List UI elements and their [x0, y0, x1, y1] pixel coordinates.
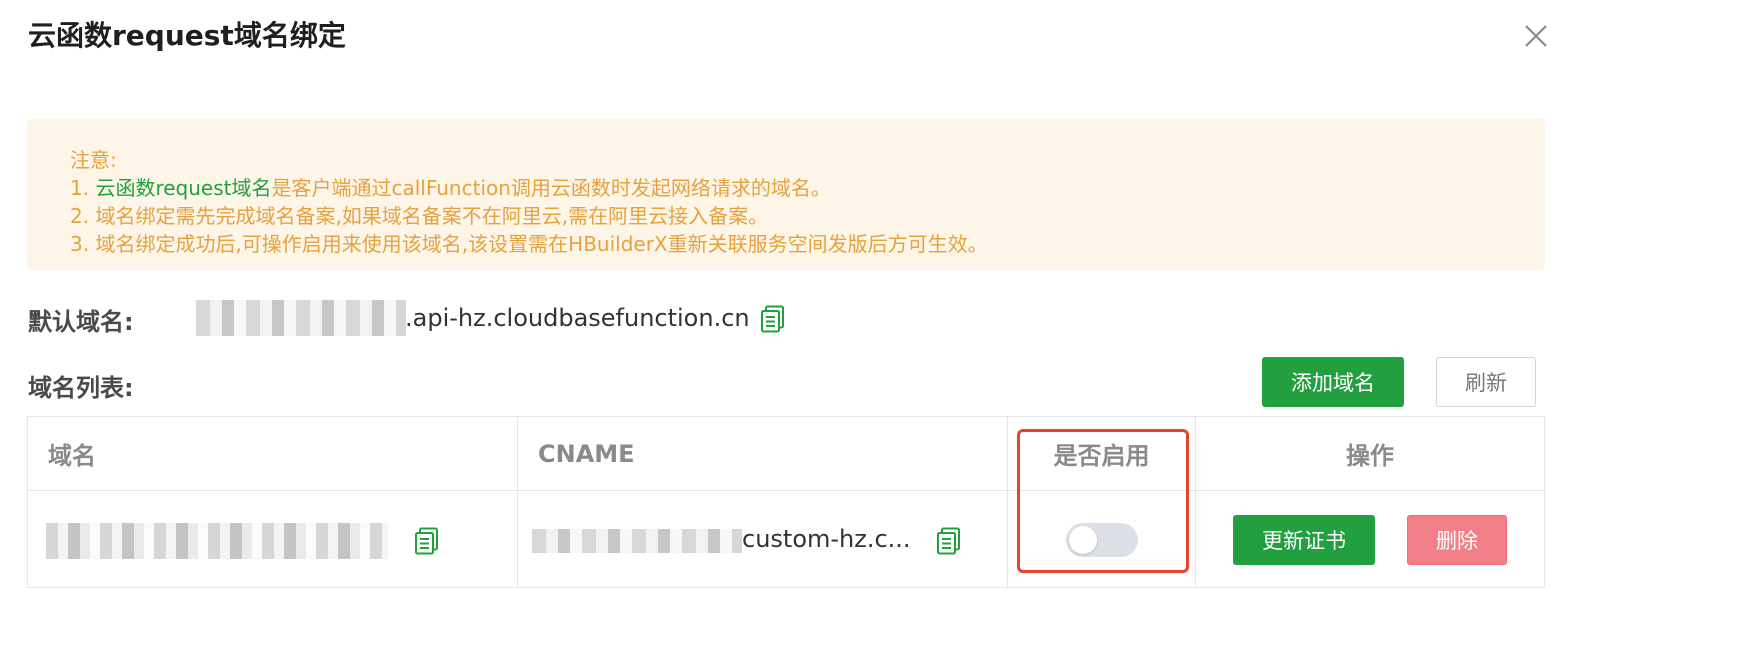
actions-cell: 更新证书 删除 [1195, 490, 1545, 588]
notice-item-1-number: 1. [70, 176, 96, 200]
domain-cell [27, 490, 518, 588]
notice-item-2: 2. 域名绑定需先完成域名备案,如果域名备案不在阿里云,需在阿里云接入备案。 [70, 204, 769, 228]
column-header-actions: 操作 [1195, 416, 1545, 491]
notice-item-3: 3. 域名绑定成功后,可操作启用来使用该域名,该设置需在HBuilderX重新关… [70, 232, 988, 256]
toggle-knob [1069, 526, 1097, 554]
notice-item-1: 1. 云函数request域名是客户端通过callFunction调用云函数时发… [70, 172, 831, 201]
default-domain-value: .api-hz.cloudbasefunction.cn [405, 304, 750, 332]
cname-value: custom-hz.c... [742, 525, 911, 553]
table-header-row: 域名 CNAME 是否启用 操作 [27, 416, 1545, 491]
copy-icon[interactable] [760, 305, 786, 333]
cname-cell: custom-hz.c... [517, 490, 1008, 588]
domain-binding-dialog: 云函数request域名绑定 注意: 1. 云函数request域名是客户端通过… [0, 0, 1760, 662]
domain-table: 域名 CNAME 是否启用 操作 custom-hz.c... 更新证书 删除 [27, 416, 1545, 588]
notice-box: 注意: 1. 云函数request域名是客户端通过callFunction调用云… [27, 119, 1545, 270]
notice-item-1-highlight: 云函数request域名 [95, 176, 272, 200]
delete-button[interactable]: 删除 [1407, 515, 1507, 565]
copy-icon[interactable] [414, 527, 440, 555]
notice-item-1-text: 是客户端通过callFunction调用云函数时发起网络请求的域名。 [271, 176, 831, 200]
close-icon[interactable] [1518, 18, 1554, 54]
table-row: custom-hz.c... 更新证书 删除 [27, 490, 1545, 588]
redacted-domain-prefix [196, 300, 406, 336]
domain-list-label: 域名列表: [28, 374, 134, 402]
enabled-cell [1007, 490, 1196, 588]
add-domain-button[interactable]: 添加域名 [1262, 357, 1404, 407]
notice-heading: 注意: [70, 148, 117, 172]
default-domain-label: 默认域名: [28, 308, 134, 336]
redacted-cname-prefix [532, 529, 742, 553]
dialog-title: 云函数request域名绑定 [28, 19, 346, 52]
enable-toggle[interactable] [1066, 523, 1138, 557]
redacted-domain [46, 523, 388, 559]
update-certificate-button[interactable]: 更新证书 [1233, 515, 1375, 565]
copy-icon[interactable] [936, 527, 962, 555]
column-header-domain: 域名 [27, 416, 518, 491]
column-header-enabled: 是否启用 [1007, 416, 1196, 491]
refresh-button[interactable]: 刷新 [1436, 357, 1536, 407]
column-header-cname: CNAME [517, 416, 1008, 491]
